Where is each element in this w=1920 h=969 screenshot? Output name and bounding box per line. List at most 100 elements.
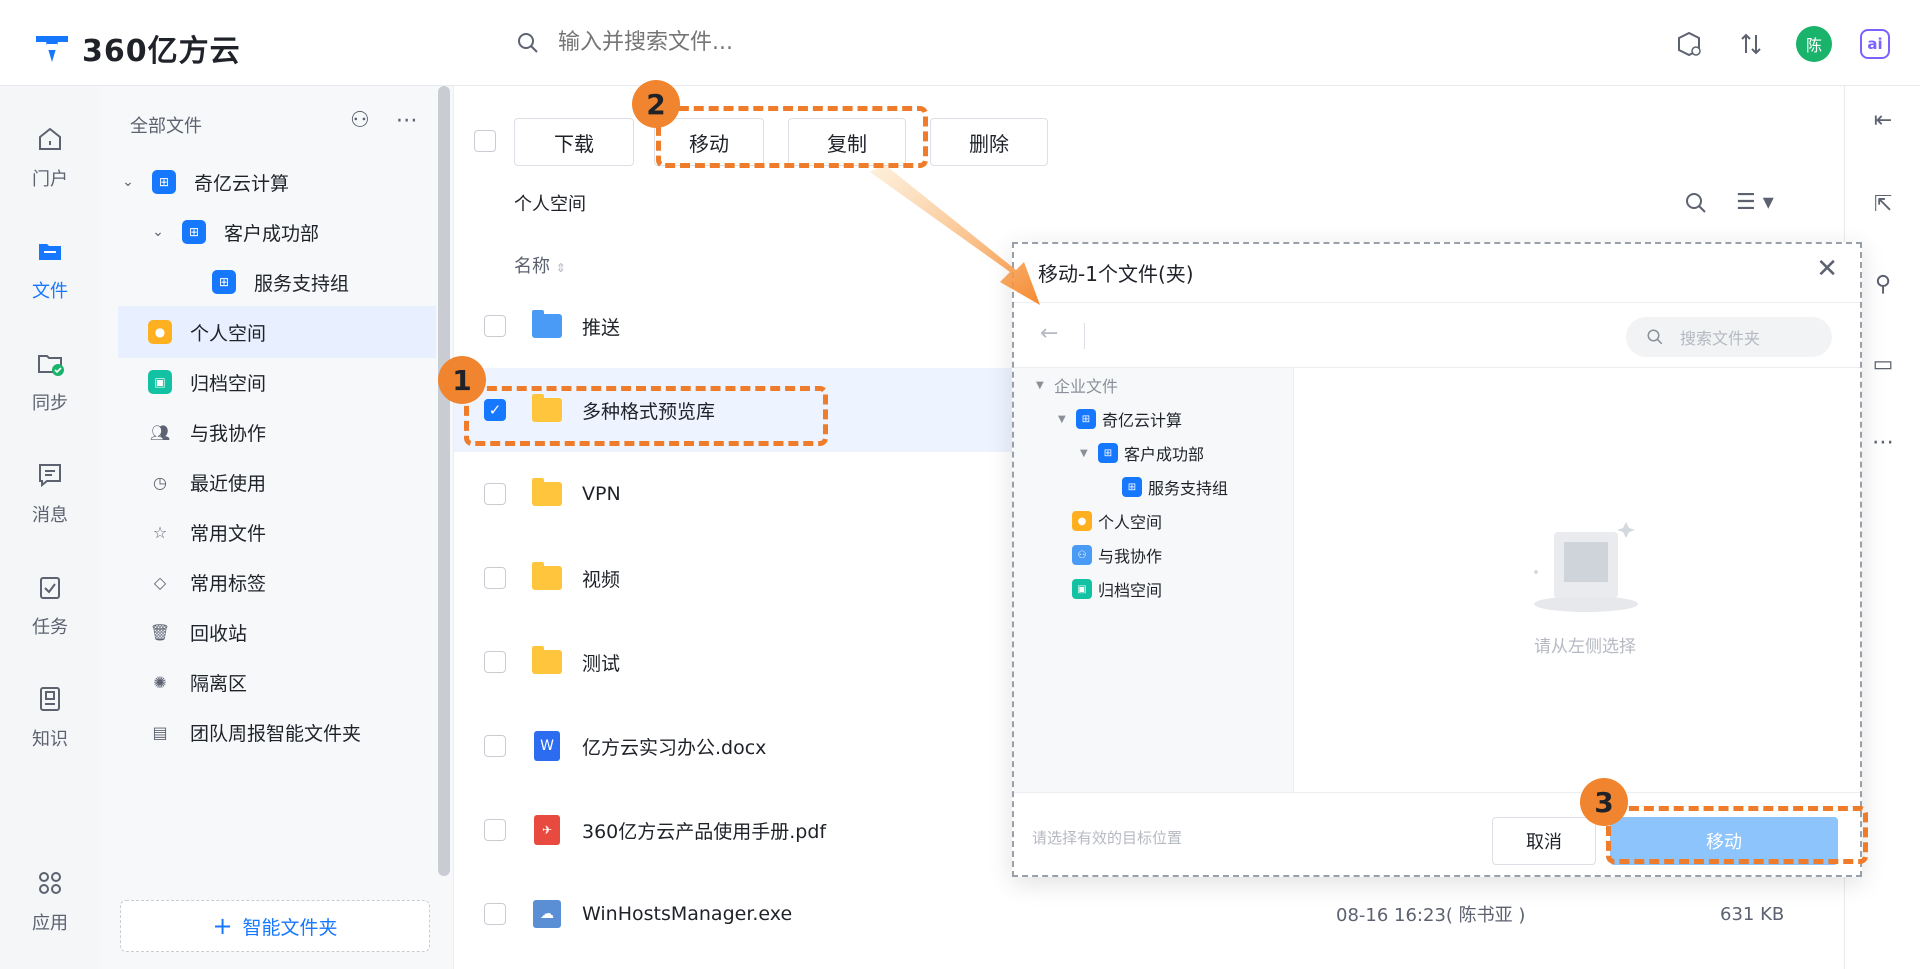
org-structure-icon[interactable]: ⚇ [350, 108, 370, 133]
file-row[interactable]: ☁ WinHostsManager.exe 08-16 16:23( 陈书亚 )… [454, 872, 1844, 956]
person-icon: ● [1072, 511, 1092, 531]
smart-folder-label: 智能文件夹 [242, 916, 338, 939]
search-icon[interactable] [1684, 191, 1708, 215]
sidebar-item-trash[interactable]: 🗑︎ 回收站 [118, 606, 436, 658]
row-checkbox[interactable] [484, 903, 506, 925]
add-smart-folder-button[interactable]: + 智能文件夹 [120, 900, 430, 952]
more-icon[interactable]: ⋯ [396, 108, 418, 133]
column-header-name[interactable]: 名称 ⇕ [514, 252, 566, 278]
nav-messages[interactable]: 消息 [0, 460, 100, 527]
sidebar-scrollbar[interactable] [438, 86, 450, 876]
folder-search[interactable]: 搜索文件夹 [1626, 317, 1832, 357]
list-view-icon[interactable]: ☰ ▾ [1736, 190, 1774, 215]
tree-item-archive[interactable]: ▣ 归档空间 [1072, 574, 1162, 604]
upload-download-icon[interactable] [1734, 27, 1768, 61]
top-bar: 360亿方云 陈 ai [0, 0, 1920, 86]
sidebar-item-archive[interactable]: ▣ 归档空间 [118, 356, 436, 408]
app-logo[interactable]: 360亿方云 [32, 26, 241, 70]
folder-search-placeholder: 搜索文件夹 [1680, 329, 1761, 348]
step-badge-3: 3 [1580, 778, 1628, 826]
nav-label: 应用 [32, 913, 68, 934]
sidebar-item-quarantine[interactable]: ✺ 隔离区 [118, 656, 436, 708]
sidebar-item-label: 团队周报智能文件夹 [190, 722, 362, 745]
sidebar-item-favorites[interactable]: ☆ 常用文件 [118, 506, 436, 558]
row-checkbox[interactable] [484, 483, 506, 505]
tree-label: 客户成功部 [1124, 445, 1205, 464]
tree-item-collab[interactable]: ⚇ 与我协作 [1072, 540, 1162, 570]
delete-button[interactable]: 删除 [930, 118, 1048, 166]
sidebar-item-tags[interactable]: ◇ 常用标签 [118, 556, 436, 608]
nav-tasks[interactable]: 任务 [0, 572, 100, 639]
nav-label: 同步 [32, 393, 68, 414]
row-checkbox[interactable] [484, 651, 506, 673]
sidebar-item-label: 服务支持组 [254, 272, 350, 295]
archive-icon: ▣ [1072, 579, 1092, 599]
sidebar-item-weekly-report[interactable]: ▤ 团队周报智能文件夹 [118, 706, 436, 758]
close-icon[interactable]: ✕ [1816, 254, 1838, 284]
step-badge-1: 1 [438, 356, 486, 404]
sidebar-item-customer-success[interactable]: ⌄ ⊞ 客户成功部 [118, 206, 436, 258]
back-arrow-icon[interactable]: ← [1040, 321, 1058, 346]
folder-tree: ▼ 企业文件 ▼ ⊞ 奇亿云计算 ▼ ⊞ 客户成功部 ⊞ 服务支持组 ● 个人空… [1014, 368, 1294, 792]
nav-portal[interactable]: 门户 [0, 124, 100, 191]
tree-item-service-support[interactable]: ⊞ 服务支持组 [1122, 472, 1228, 502]
sidebar-title: 全部文件 [130, 116, 202, 137]
org-icon: ⊞ [152, 170, 176, 194]
tree-label: 个人空间 [1098, 513, 1163, 532]
tree-item-qiyi[interactable]: ▼ ⊞ 奇亿云计算 [1058, 404, 1182, 434]
row-checkbox-checked[interactable]: ✓ [484, 399, 506, 421]
sidebar-item-qiyi[interactable]: ⌄ ⊞ 奇亿云计算 [118, 156, 436, 208]
ai-assistant-icon[interactable]: ai [1860, 29, 1890, 59]
empty-state-illustration-icon [1534, 522, 1638, 612]
collapse-panel-icon[interactable]: ⇤ [1867, 104, 1899, 136]
sidebar-item-service-support[interactable]: ⊞ 服务支持组 [118, 256, 436, 308]
global-search[interactable] [516, 30, 958, 55]
sidebar-item-personal-space[interactable]: ● 个人空间 [118, 306, 436, 358]
tree-item-enterprise[interactable]: ▼ 企业文件 [1036, 370, 1118, 400]
comment-icon[interactable]: ▭ [1867, 348, 1899, 380]
nav-knowledge[interactable]: 知识 [0, 684, 100, 751]
sidebar-item-label: 个人空间 [190, 322, 267, 345]
sidebar-item-recent[interactable]: ◷ 最近使用 [118, 456, 436, 508]
breadcrumb[interactable]: 个人空间 [514, 190, 586, 216]
download-button[interactable]: 下载 [514, 118, 634, 166]
tree-item-customer-success[interactable]: ▼ ⊞ 客户成功部 [1080, 438, 1204, 468]
row-checkbox[interactable] [484, 567, 506, 589]
caret-down-icon: ▼ [1058, 413, 1066, 425]
word-doc-icon: W [532, 731, 562, 761]
clock-icon: ◷ [153, 472, 167, 492]
org-icon: ⊞ [1098, 443, 1118, 463]
share-icon[interactable]: ⇱ [1867, 188, 1899, 220]
nav-files[interactable]: 文件 [0, 236, 100, 303]
archive-icon: ▣ [148, 370, 172, 394]
dialog-nav-bar: ← 搜索文件夹 [1014, 302, 1860, 368]
cancel-button[interactable]: 取消 [1492, 817, 1596, 865]
tree-item-personal[interactable]: ● 个人空间 [1072, 506, 1162, 536]
transfer-box-icon[interactable] [1672, 27, 1706, 61]
select-all-checkbox[interactable] [474, 130, 496, 152]
folder-icon [532, 478, 562, 509]
target-hint: 请选择有效的目标位置 [1032, 829, 1183, 847]
row-checkbox[interactable] [484, 735, 506, 757]
divider [1084, 323, 1085, 349]
sidebar-item-label: 客户成功部 [224, 222, 320, 245]
search-input[interactable] [558, 30, 958, 55]
chevron-down-icon[interactable]: ⌄ [118, 174, 138, 190]
empty-state-text: 请从左侧选择 [1534, 637, 1636, 657]
row-checkbox[interactable] [484, 315, 506, 337]
more-icon[interactable]: ⋯ [1867, 426, 1899, 458]
plus-icon: + [212, 912, 233, 940]
user-avatar[interactable]: 陈 [1796, 26, 1832, 62]
nav-sync[interactable]: 同步 [0, 348, 100, 415]
shared-folder-icon [532, 310, 562, 341]
sidebar-item-collab[interactable]: 👥︎ 与我协作 [118, 406, 436, 458]
search-icon [1647, 329, 1663, 345]
move-button[interactable]: 移动 [654, 118, 764, 166]
copy-button[interactable]: 复制 [788, 118, 906, 166]
nav-apps[interactable]: 应用 [0, 868, 100, 935]
confirm-move-button[interactable]: 移动 [1610, 817, 1838, 865]
chevron-down-icon[interactable]: ⌄ [148, 224, 168, 240]
folder-icon [39, 244, 61, 260]
add-member-icon[interactable]: ⚲ [1867, 268, 1899, 300]
row-checkbox[interactable] [484, 819, 506, 841]
